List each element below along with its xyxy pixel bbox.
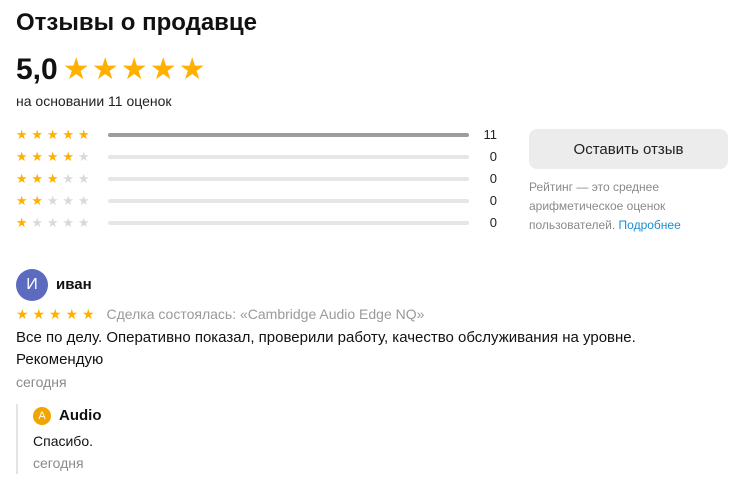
distribution-bar [108,133,469,137]
star-icon: ★ [77,215,90,230]
seller-name: Audio [59,407,102,424]
star-icon: ★ [31,171,44,186]
star-icon: ★ [31,215,44,230]
distribution-row-stars: ★ ★ ★ ★ ★ [14,169,92,189]
average-rating: 5,0 ★ ★ ★ ★ ★ [16,52,207,88]
star-icon: ★ [62,171,75,186]
star-icon: ★ [62,127,75,142]
more-info-link[interactable]: Подробнее [619,218,681,232]
star-icon: ★ [77,171,90,186]
distribution-bar [108,221,469,225]
distribution-row-stars: ★ ★ ★ ★ ★ [14,213,92,233]
average-rating-stars: ★ ★ ★ ★ ★ [62,52,207,88]
distribution-row-stars: ★ ★ ★ ★ ★ [14,147,92,167]
review-text: Все по делу. Оперативно показал, провери… [16,329,636,368]
distribution-count: 11 [483,127,498,142]
star-icon: ★ [32,306,46,322]
star-icon: ★ [77,127,90,142]
distribution-row-1-stars: ★ ★ ★ ★ ★ 0 [14,213,504,233]
distribution-bar [108,199,469,203]
distribution-count: 0 [489,171,497,186]
distribution-row-2-stars: ★ ★ ★ ★ ★ 0 [14,191,504,211]
star-icon: ★ [46,127,59,142]
leave-review-button[interactable]: Оставить отзыв [529,129,728,169]
reviewer-name: иван [56,276,92,293]
review-date: сегодня [16,374,67,390]
distribution-row-3-stars: ★ ★ ★ ★ ★ 0 [14,169,504,189]
star-icon: ★ [15,215,28,230]
review-rating-stars: ★ ★ ★ ★ ★ [14,304,97,324]
distribution-bar [108,177,469,181]
distribution-bar [108,155,469,159]
star-icon: ★ [91,53,119,86]
star-icon: ★ [31,193,44,208]
star-icon: ★ [62,149,75,164]
reviewer-avatar: И [16,269,48,301]
star-icon: ★ [15,149,28,164]
star-icon: ★ [48,306,62,322]
star-icon: ★ [62,215,75,230]
star-icon: ★ [77,193,90,208]
review-meta: ★ ★ ★ ★ ★ Сделка состоялась: «Cambridge Audi… [14,304,424,324]
star-icon: ★ [46,149,59,164]
star-icon: ★ [15,193,28,208]
rating-basis-text: на основании 11 оценок [16,93,172,109]
distribution-bar-fill [108,133,469,137]
star-icon: ★ [46,193,59,208]
star-icon: ★ [46,215,59,230]
star-icon: ★ [62,53,90,86]
distribution-row-stars: ★ ★ ★ ★ ★ [14,191,92,211]
star-icon: ★ [62,193,75,208]
distribution-row-4-stars: ★ ★ ★ ★ ★ 0 [14,147,504,167]
distribution-row-5-stars: ★ ★ ★ ★ ★ 11 [14,125,504,145]
star-icon: ★ [77,149,90,164]
star-icon: ★ [15,127,28,142]
reply-date: сегодня [33,455,84,471]
page-title: Отзывы о продавце [16,9,258,36]
distribution-count: 0 [489,193,497,208]
star-icon: ★ [31,127,44,142]
reply-text: Спасибо. [33,433,93,449]
distribution-count: 0 [489,149,497,164]
star-icon: ★ [15,171,28,186]
star-icon: ★ [81,306,95,322]
average-rating-value: 5,0 [16,53,58,86]
seller-reply: A Audio Спасибо. сегодня [16,404,418,474]
star-icon: ★ [31,149,44,164]
star-icon: ★ [120,53,148,86]
star-icon: ★ [65,306,79,322]
star-icon: ★ [178,53,206,86]
seller-avatar: A [33,407,51,425]
star-icon: ★ [15,306,29,322]
star-icon: ★ [149,53,177,86]
distribution-row-stars: ★ ★ ★ ★ ★ [14,125,92,145]
distribution-count: 0 [489,215,497,230]
deal-info: Сделка состоялась: «Cambridge Audio Edge… [106,306,425,322]
rating-note: Рейтинг — это среднее арифметическое оце… [529,178,729,235]
star-icon: ★ [46,171,59,186]
